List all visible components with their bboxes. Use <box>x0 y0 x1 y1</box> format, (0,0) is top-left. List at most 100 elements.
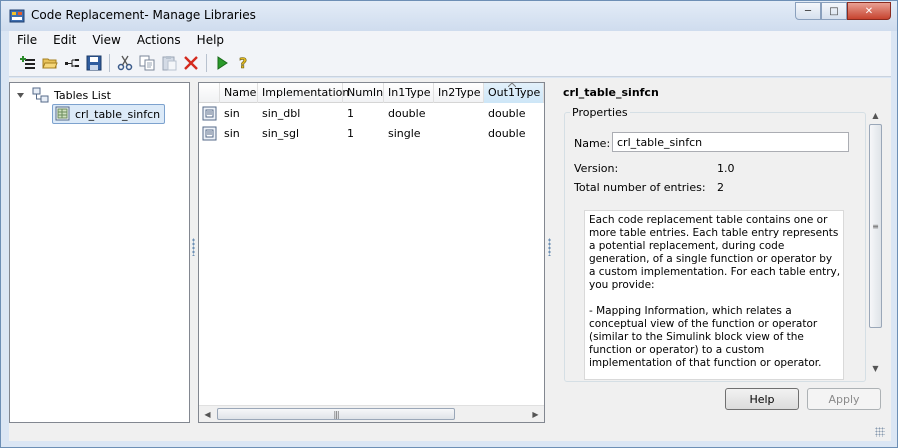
table-row[interactable]: sin sin_sgl 1 single double <box>199 124 544 144</box>
toolbar: ? <box>9 49 891 77</box>
open-button[interactable] <box>39 52 61 74</box>
scroll-up-icon: ▲ <box>872 111 879 120</box>
column-header-label: Out1Type <box>488 86 541 99</box>
cell-implementation: sin_sgl <box>262 127 300 140</box>
close-button[interactable]: ✕ <box>847 2 891 20</box>
cell-in2type <box>434 104 438 124</box>
cell-name: sin <box>224 107 240 120</box>
delete-icon <box>184 55 198 70</box>
help-toolbar-button[interactable]: ? <box>233 52 255 74</box>
resize-grip-icon[interactable] <box>875 427 885 437</box>
window-title: Code Replacement- Manage Libraries <box>31 8 256 22</box>
name-label: Name: <box>574 137 611 150</box>
delete-button[interactable] <box>180 52 202 74</box>
scroll-thumb[interactable]: ||| <box>217 408 455 420</box>
maximize-button[interactable]: □ <box>821 2 847 20</box>
copy-icon <box>139 55 155 70</box>
details-vertical-scrollbar[interactable]: ▲ ≡ ▼ <box>867 108 884 376</box>
toolbar-separator <box>206 53 207 72</box>
save-button[interactable] <box>83 52 105 74</box>
column-header-implementation[interactable]: Implementation <box>258 83 349 103</box>
table-entry-icon <box>202 126 217 141</box>
new-table-button[interactable] <box>17 52 39 74</box>
menu-bar: File Edit View Actions Help <box>9 31 891 49</box>
copy-button[interactable] <box>136 52 158 74</box>
entries-table: Name Implementation NumIn In1Type In2Typ… <box>198 82 545 423</box>
cut-icon <box>117 55 133 70</box>
help-button[interactable]: Help <box>725 388 799 410</box>
right-splitter[interactable] <box>548 238 551 256</box>
cell-out1type: double <box>488 127 526 140</box>
validate-run-icon <box>217 55 228 70</box>
details-panel: crl_table_sinfcn Properties Name: Versio… <box>554 78 891 441</box>
new-table-icon <box>20 55 35 69</box>
collapse-arrow-icon[interactable] <box>16 90 26 100</box>
column-header-numin[interactable]: NumIn <box>343 83 384 103</box>
menu-file[interactable]: File <box>9 33 45 47</box>
menu-edit[interactable]: Edit <box>45 33 84 47</box>
svg-text:?: ? <box>239 56 247 71</box>
column-header-in1type[interactable]: In1Type <box>384 83 434 103</box>
cell-in2type <box>434 124 438 144</box>
table-entry-icon <box>202 106 217 121</box>
scroll-left-icon: ◀ <box>204 409 211 419</box>
tree-item-label: crl_table_sinfcn <box>75 107 161 121</box>
maximize-icon: □ <box>829 5 839 17</box>
cell-name: sin <box>224 127 240 140</box>
tree-item-crl-table[interactable]: crl_table_sinfcn <box>52 104 166 124</box>
client-area: Tables List crl_table_sinfcn Name Implem… <box>9 78 891 441</box>
description-text: Each code replacement table contains one… <box>584 210 844 380</box>
menu-actions[interactable]: Actions <box>129 33 189 47</box>
properties-legend: Properties <box>570 106 630 119</box>
scroll-down-icon: ▼ <box>872 364 879 373</box>
table-icon <box>55 106 70 121</box>
left-splitter[interactable] <box>192 238 195 256</box>
tree-root[interactable]: Tables List <box>16 87 111 103</box>
close-icon: ✕ <box>864 5 874 17</box>
scroll-right-icon: ▶ <box>532 409 539 419</box>
help-icon: ? <box>239 55 248 71</box>
grip-icon: ≡ <box>872 221 879 231</box>
scroll-down-button[interactable]: ▼ <box>867 361 884 376</box>
menu-view[interactable]: View <box>84 33 128 47</box>
new-entry-icon <box>65 58 79 67</box>
new-entry-button[interactable] <box>61 52 83 74</box>
sort-arrow-icon <box>508 83 516 87</box>
title-bar[interactable]: Code Replacement- Manage Libraries ─ □ ✕ <box>1 1 897 31</box>
cell-implementation: sin_dbl <box>262 107 301 120</box>
table-horizontal-scrollbar[interactable]: ◀ ||| ▶ <box>199 405 544 422</box>
scroll-right-button[interactable]: ▶ <box>527 406 544 422</box>
column-header-in2type[interactable]: In2Type <box>434 83 484 103</box>
tables-list-icon <box>32 87 49 103</box>
minimize-button[interactable]: ─ <box>795 2 821 20</box>
version-label: Version: <box>574 162 619 175</box>
window-controls: ─ □ ✕ <box>795 2 891 20</box>
scroll-thumb[interactable]: ≡ <box>869 124 882 328</box>
main-window: Code Replacement- Manage Libraries ─ □ ✕… <box>0 0 898 448</box>
tables-tree[interactable]: Tables List crl_table_sinfcn <box>9 82 190 423</box>
toolbar-separator <box>109 53 110 72</box>
scroll-left-button[interactable]: ◀ <box>199 406 216 422</box>
minimize-icon: ─ <box>804 5 812 17</box>
apply-button[interactable]: Apply <box>807 388 881 410</box>
cell-out1type: double <box>488 107 526 120</box>
column-header-name[interactable]: Name <box>220 83 258 103</box>
open-folder-icon <box>42 58 58 68</box>
validate-button[interactable] <box>211 52 233 74</box>
table-row[interactable]: sin sin_dbl 1 double double <box>199 104 544 124</box>
scroll-up-button[interactable]: ▲ <box>867 108 884 123</box>
column-header-out1type[interactable]: Out1Type <box>484 83 544 103</box>
cell-numin: 1 <box>347 127 354 140</box>
tree-root-label: Tables List <box>54 88 111 102</box>
cut-button[interactable] <box>114 52 136 74</box>
menu-help[interactable]: Help <box>189 33 232 47</box>
paste-button[interactable] <box>158 52 180 74</box>
icon-column-header[interactable] <box>199 83 220 103</box>
paste-icon <box>162 55 177 70</box>
app-icon <box>9 9 25 23</box>
name-field[interactable] <box>612 132 849 152</box>
cell-in1type: double <box>388 107 426 120</box>
save-icon <box>86 55 102 70</box>
cell-numin: 1 <box>347 107 354 120</box>
details-title: crl_table_sinfcn <box>563 86 659 99</box>
